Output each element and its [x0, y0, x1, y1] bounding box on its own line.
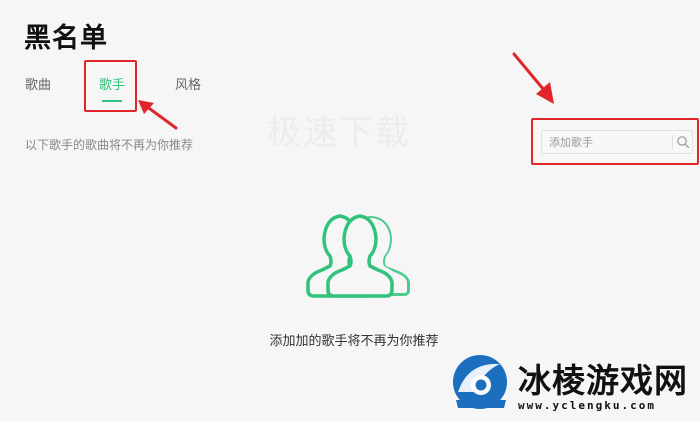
watermark-text: 极速下载 — [267, 113, 411, 153]
annotation-arrow-search — [512, 52, 554, 104]
add-singer-input[interactable] — [542, 131, 670, 153]
brand-logo-icon — [453, 355, 507, 409]
search-divider — [672, 135, 673, 149]
tab-styles[interactable]: 风格 — [175, 74, 201, 93]
search-icon[interactable] — [676, 135, 690, 149]
blacklist-description: 以下歌手的歌曲将不再为你推荐 — [25, 138, 194, 152]
brand-name: 冰棱游戏网 — [518, 361, 688, 400]
users-icon — [306, 214, 410, 298]
add-singer-search — [541, 130, 693, 154]
empty-state-message: 添加加的歌手将不再为你推荐 — [269, 334, 439, 349]
tab-songs[interactable]: 歌曲 — [25, 74, 51, 93]
annotation-box-tab — [84, 60, 137, 112]
annotation-arrow-tab — [138, 100, 178, 130]
page-title: 黑名单 — [24, 23, 108, 54]
brand-watermark: 冰棱游戏网 www.yclengku.com — [448, 352, 698, 418]
brand-url: www.yclengku.com — [518, 399, 656, 412]
